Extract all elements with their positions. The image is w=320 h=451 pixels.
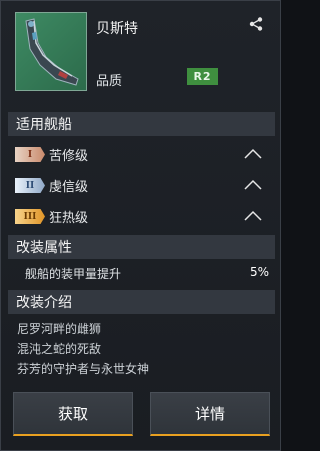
intro-line: 芬芳的守护者与永世女神 <box>17 362 150 376</box>
chevron-up-icon[interactable] <box>243 147 263 161</box>
ship-row-1[interactable]: I 苦修级 <box>15 144 267 166</box>
quality-label: 品质 <box>96 74 123 89</box>
chevron-up-icon[interactable] <box>243 209 263 223</box>
intro-line: 混沌之蛇的死敌 <box>17 342 102 356</box>
section-title: 适用舰船 <box>16 117 72 133</box>
obtain-button[interactable]: 获取 <box>13 392 133 436</box>
ship-class-label: 狂热级 <box>49 211 89 226</box>
share-icon[interactable] <box>248 16 264 32</box>
ship-module-thumbnail <box>15 12 87 91</box>
ship-class-label: 虔信级 <box>49 180 89 195</box>
obtain-button-label: 获取 <box>57 405 88 423</box>
section-title: 改装介绍 <box>16 295 72 311</box>
tier-badge: III <box>15 209 45 224</box>
details-button-label: 详情 <box>194 405 225 423</box>
section-applicable-ships: 适用舰船 <box>8 112 275 136</box>
ship-name: 贝斯特 <box>96 21 138 37</box>
item-detail-panel: 贝斯特 品质 R2 适用舰船 I 苦修级 II 虔信级 III 狂热级 改装属性… <box>0 0 281 451</box>
ship-module-image <box>25 18 79 86</box>
section-intro: 改装介绍 <box>8 290 275 314</box>
tier-badge: I <box>15 147 45 162</box>
details-button[interactable]: 详情 <box>150 392 270 436</box>
attribute-value: 5% <box>249 265 269 279</box>
attribute-label: 舰船的装甲量提升 <box>25 267 122 281</box>
ship-row-2[interactable]: II 虔信级 <box>15 175 267 197</box>
quality-badge: R2 <box>187 68 218 85</box>
chevron-up-icon[interactable] <box>243 178 263 192</box>
section-title: 改装属性 <box>16 240 72 256</box>
tier-badge: II <box>15 178 45 193</box>
section-attributes: 改装属性 <box>8 235 275 259</box>
ship-class-label: 苦修级 <box>49 149 89 164</box>
ship-row-3[interactable]: III 狂热级 <box>15 206 267 228</box>
intro-line: 尼罗河畔的雌狮 <box>17 322 102 336</box>
